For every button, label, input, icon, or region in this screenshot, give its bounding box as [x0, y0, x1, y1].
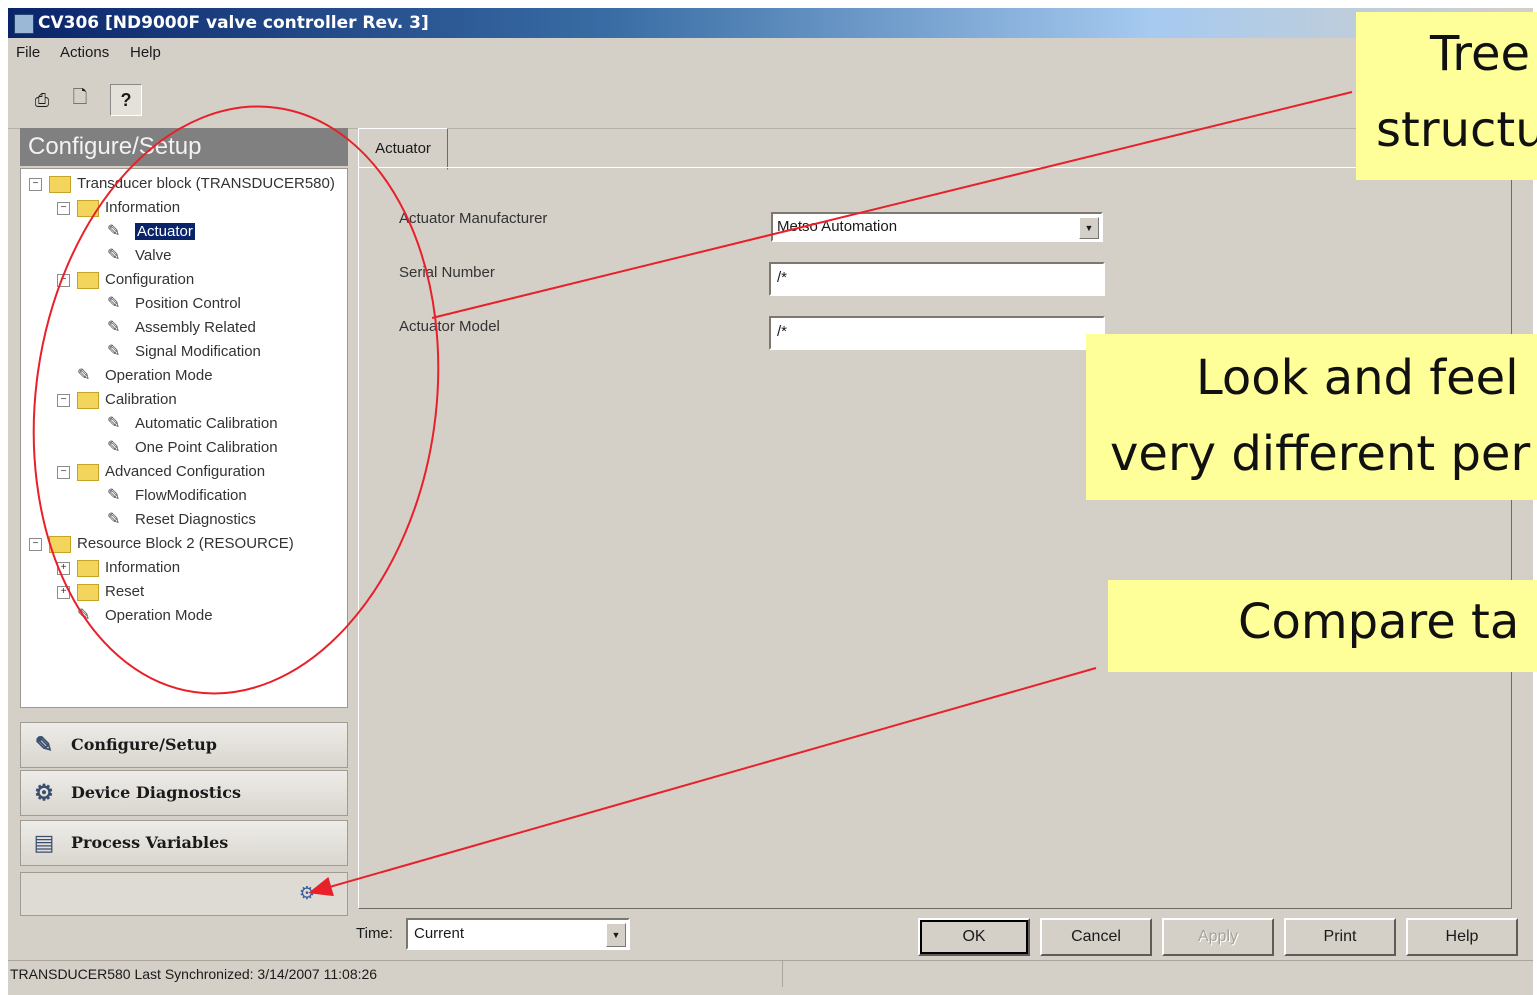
folder-icon: [77, 271, 99, 289]
diagnostics-icon: ⚙: [34, 780, 54, 806]
collapse-icon[interactable]: −: [57, 273, 70, 287]
status-text: TRANSDUCER580 Last Synchronized: 3/14/20…: [8, 961, 783, 987]
context-help-button[interactable]: ?: [110, 84, 142, 116]
ok-button[interactable]: OK: [918, 918, 1030, 956]
device-diagnostics-nav-button[interactable]: ⚙ Device Diagnostics: [20, 770, 348, 816]
help-button[interactable]: Help: [1406, 918, 1518, 956]
status-bar: TRANSDUCER580 Last Synchronized: 3/14/20…: [8, 960, 1533, 988]
tree-item-information[interactable]: − Information: [57, 197, 180, 219]
left-navigation-panel: Configure/Setup − Transducer block (TRANS…: [20, 128, 348, 916]
tree-item-calibration[interactable]: − Calibration: [57, 389, 177, 411]
tree-item-resource-information[interactable]: + Information: [57, 557, 180, 579]
folder-icon: [49, 175, 71, 193]
tree-item-assembly-related[interactable]: ✎ Assembly Related: [107, 317, 256, 339]
print-preview-button[interactable]: 🗋: [64, 84, 96, 116]
page-icon: ✎: [107, 343, 121, 361]
expand-icon[interactable]: +: [57, 585, 70, 599]
print-preview-icon: 🗋: [72, 87, 88, 107]
page-icon: ✎: [107, 223, 121, 241]
collapse-icon[interactable]: −: [29, 537, 42, 551]
tab-actuator[interactable]: Actuator: [358, 128, 448, 170]
page-icon: ✎: [107, 487, 121, 505]
tree-item-resource-operation-mode[interactable]: ✎ Operation Mode: [77, 605, 213, 627]
context-help-icon: ?: [120, 89, 132, 110]
print-icon: ⎙: [34, 89, 50, 110]
manufacturer-select[interactable]: Metso Automation ▼: [771, 212, 1103, 242]
configuration-tree[interactable]: − Transducer block (TRANSDUCER580) − Infor…: [20, 168, 348, 708]
dropdown-arrow-icon[interactable]: ▼: [606, 923, 626, 947]
menu-actions[interactable]: Actions: [60, 44, 109, 61]
serial-number-field[interactable]: /*: [769, 262, 1105, 296]
menu-help[interactable]: Help: [130, 44, 161, 61]
print-button[interactable]: ⎙: [26, 84, 58, 116]
process-variables-nav-button[interactable]: ▤ Process Variables: [20, 820, 348, 866]
configure-setup-nav-button[interactable]: ✎ Configure/Setup: [20, 722, 348, 768]
tree-item-operation-mode[interactable]: ✎ Operation Mode: [77, 365, 213, 387]
tree-item-flow-modification[interactable]: ✎ FlowModification: [107, 485, 247, 507]
tree-item-position-control[interactable]: ✎ Position Control: [107, 293, 241, 315]
folder-icon: [77, 463, 99, 481]
collapse-icon[interactable]: −: [57, 393, 70, 407]
page-icon: ✎: [107, 511, 121, 529]
time-label: Time:: [356, 925, 393, 942]
page-icon: ✎: [107, 247, 121, 265]
expand-icon[interactable]: +: [57, 561, 70, 575]
nav-footer: ⚙: [20, 872, 348, 916]
window-title: CV306 [ND9000F valve controller Rev. 3]: [38, 13, 429, 33]
tree-item-advanced-configuration[interactable]: − Advanced Configuration: [57, 461, 265, 483]
tree-item-valve[interactable]: ✎ Valve: [107, 245, 171, 267]
app-icon: [14, 14, 34, 34]
print-dialog-button[interactable]: Print: [1284, 918, 1396, 956]
actuator-model-field[interactable]: /*: [769, 316, 1105, 350]
callout-compare: Compare ta: [1108, 580, 1537, 672]
collapse-icon[interactable]: −: [29, 177, 42, 191]
tree-item-signal-modification[interactable]: ✎ Signal Modification: [107, 341, 261, 363]
tree-item-actuator[interactable]: ✎ Actuator: [107, 221, 195, 243]
tree-item-resource-block[interactable]: − Resource Block 2 (RESOURCE): [29, 533, 294, 555]
tree-item-automatic-calibration[interactable]: ✎ Automatic Calibration: [107, 413, 278, 435]
apply-button[interactable]: Apply: [1162, 918, 1274, 956]
tree-item-transducer-block[interactable]: − Transducer block (TRANSDUCER580): [29, 173, 335, 195]
page-icon: ✎: [107, 415, 121, 433]
collapse-icon[interactable]: −: [57, 201, 70, 215]
folder-icon: [77, 583, 99, 601]
menu-bar: File Actions Help: [8, 40, 1533, 66]
cancel-button[interactable]: Cancel: [1040, 918, 1152, 956]
tree-item-one-point-calibration[interactable]: ✎ One Point Calibration: [107, 437, 278, 459]
tree-item-configuration[interactable]: − Configuration: [57, 269, 194, 291]
page-icon: ✎: [77, 607, 91, 625]
serial-number-label: Serial Number: [399, 264, 495, 281]
actuator-form-panel: Actuator Manufacturer Metso Automation ▼…: [358, 167, 1512, 909]
page-icon: ✎: [77, 367, 91, 385]
page-icon: ✎: [107, 319, 121, 337]
menu-file[interactable]: File: [16, 44, 40, 61]
configure-icon: ✎: [34, 732, 54, 758]
dropdown-arrow-icon[interactable]: ▼: [1079, 217, 1099, 239]
panel-header: Configure/Setup: [20, 128, 348, 166]
page-icon: ✎: [107, 295, 121, 313]
folder-icon: [49, 535, 71, 553]
folder-icon: [77, 199, 99, 217]
manufacturer-label: Actuator Manufacturer: [399, 210, 548, 227]
configure-buttons-icon[interactable]: ⚙: [295, 881, 319, 905]
process-variables-icon: ▤: [33, 830, 55, 856]
tree-item-reset[interactable]: + Reset: [57, 581, 144, 603]
collapse-icon[interactable]: −: [57, 465, 70, 479]
toolbar: ⎙ 🗋 ?: [8, 70, 1533, 129]
folder-icon: [77, 559, 99, 577]
title-bar: CV306 [ND9000F valve controller Rev. 3]: [8, 8, 1533, 38]
tree-item-reset-diagnostics[interactable]: ✎ Reset Diagnostics: [107, 509, 256, 531]
time-select[interactable]: Current ▼: [406, 918, 630, 950]
actuator-model-label: Actuator Model: [399, 318, 500, 335]
page-icon: ✎: [107, 439, 121, 457]
callout-look-and-feel: Look and feel very different per: [1086, 334, 1537, 500]
folder-icon: [77, 391, 99, 409]
callout-tree-structure: Tree structu: [1356, 12, 1537, 180]
